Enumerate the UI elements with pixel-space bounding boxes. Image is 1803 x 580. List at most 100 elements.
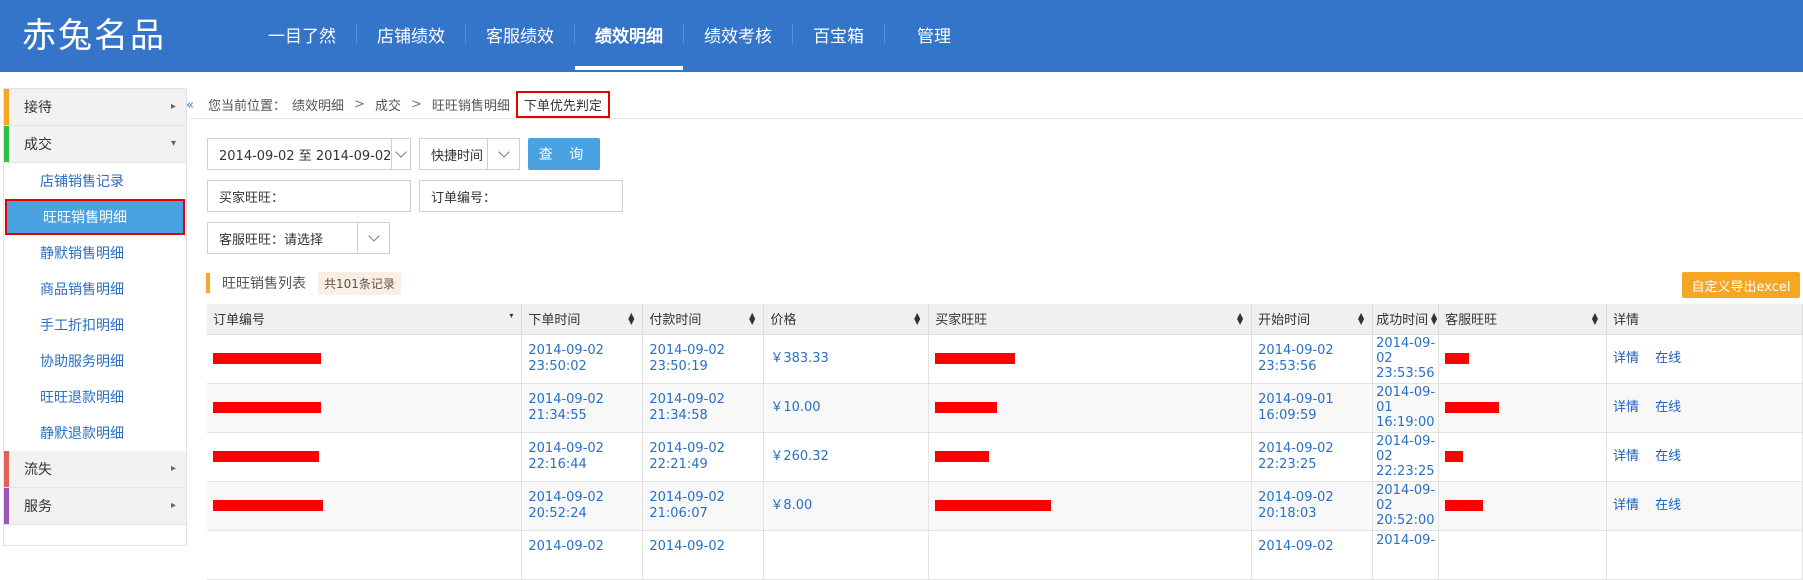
nav-item-performance-review[interactable]: 绩效考核 (684, 0, 792, 68)
sidebar-item-silent-refund[interactable]: 静默退款明细 (4, 415, 186, 451)
column-header-service[interactable]: 客服旺旺 ▲ ▼ (1438, 304, 1608, 335)
chevron-down-icon[interactable] (357, 223, 389, 253)
nav-item-service-performance[interactable]: 客服绩效 (466, 0, 574, 68)
order-number-label: 订单编号： (431, 190, 497, 206)
online-link[interactable]: 在线 (1655, 449, 1681, 464)
sort-icon[interactable]: ▾ (509, 312, 513, 320)
list-title: 旺旺销售列表 (222, 276, 306, 292)
chevron-down-icon[interactable] (391, 139, 410, 169)
sidebar-group-label: 流失 (24, 462, 52, 478)
nav-item-overview[interactable]: 一目了然 (248, 0, 356, 68)
column-header-success-time[interactable]: 成功时间 ▲ ▼ (1372, 304, 1440, 335)
chevron-down-icon: ▾ (170, 138, 176, 149)
success-clock: 22:23:25 (1376, 464, 1435, 479)
sidebar-item-manual-discount[interactable]: 手工折扣明细 (4, 307, 186, 343)
sidebar-item-silent-sales[interactable]: 静默销售明细 (4, 235, 186, 271)
detail-link[interactable]: 详情 (1613, 498, 1639, 513)
sidebar-item-wangwang-sales[interactable]: 旺旺销售明细 (5, 199, 185, 235)
query-button[interactable]: 查 询 (528, 138, 600, 170)
success-day: 02 (1376, 498, 1393, 513)
breadcrumb-item[interactable]: 旺旺销售明细 (432, 95, 510, 114)
success-day: 02 (1376, 351, 1393, 366)
nav-item-toolbox[interactable]: 百宝箱 (793, 0, 884, 68)
redacted-order-number (213, 352, 321, 364)
sort-icon[interactable]: ▲ ▼ (1431, 312, 1437, 326)
detail-link[interactable]: 详情 (1613, 351, 1639, 366)
order-number-input[interactable]: 订单编号： (419, 180, 623, 212)
app-logo[interactable]: 赤兔名品 (22, 16, 166, 56)
breadcrumb-item[interactable]: 绩效明细 (292, 95, 344, 114)
table-header-row: 订单编号 ▾ 下单时间 ▲ ▼ 付款时间 ▲ ▼ 价格 ▲ ▼ 买家旺旺 ▲ ▼ 开始时间 ▲ ▼ 成… (207, 304, 1803, 335)
column-header-order-number[interactable]: 订单编号 ▾ (207, 304, 523, 335)
sales-table: 订单编号 ▾ 下单时间 ▲ ▼ 付款时间 ▲ ▼ 价格 ▲ ▼ 买家旺旺 ▲ ▼ 开始时间 ▲ ▼ 成… (207, 304, 1803, 580)
column-label: 订单编号 (213, 313, 266, 329)
service-wangwang-value: 客服旺旺：请选择 (219, 232, 324, 248)
chevron-down-icon[interactable] (487, 139, 519, 169)
service-wangwang-select[interactable]: 客服旺旺：请选择 (207, 222, 390, 254)
order-clock: 20:52:24 (528, 505, 587, 521)
quick-time-select[interactable]: 快捷时间 (419, 138, 520, 170)
column-header-start-time[interactable]: 开始时间 ▲ ▼ (1251, 304, 1374, 335)
collapse-left-icon[interactable]: « (186, 98, 194, 113)
sort-icon[interactable]: ▲ ▼ (628, 312, 634, 326)
sidebar-group-service[interactable]: 服务 ▸ (4, 488, 186, 525)
detail-link[interactable]: 详情 (1613, 400, 1639, 415)
export-excel-button[interactable]: 自定义导出excel (1682, 272, 1800, 298)
online-link[interactable]: 在线 (1655, 400, 1681, 415)
redacted-order-number (213, 499, 323, 511)
sort-icon[interactable]: ▲ ▼ (1358, 312, 1364, 326)
table-row[interactable]: 2014-09-02 21:34:55 2014-09-02 21:34:58 ￥1… (207, 383, 1803, 433)
online-link[interactable]: 在线 (1655, 498, 1681, 513)
success-date: 2014-09- (1376, 483, 1436, 498)
breadcrumb-prefix: 您当前位置： (208, 98, 287, 114)
table-row[interactable]: 2014-09-02 2014-09-02 2014-09-02 2014-09… (207, 530, 1803, 580)
pay-date: 2014-09-02 (649, 440, 725, 456)
sort-icon[interactable]: ▲ ▼ (1592, 312, 1598, 326)
online-link[interactable]: 在线 (1655, 351, 1681, 366)
column-label: 下单时间 (528, 313, 581, 329)
sidebar-item-shop-sales[interactable]: 店铺销售记录 (4, 163, 186, 199)
sort-icon[interactable]: ▲ ▼ (1237, 312, 1243, 326)
sidebar-item-product-sales[interactable]: 商品销售明细 (4, 271, 186, 307)
nav-item-manage[interactable]: 管理 (885, 0, 971, 68)
start-date: 2014-09-02 (1258, 440, 1334, 456)
nav-item-shop-performance[interactable]: 店铺绩效 (357, 0, 465, 68)
sidebar: 接待 ▸ 成交 ▾ 店铺销售记录 旺旺销售明细 静默销售明细 商品销售明细 手工… (3, 88, 187, 546)
price-cell: ￥383.33 (763, 334, 930, 384)
sidebar-group-reception[interactable]: 接待 ▸ (4, 89, 186, 126)
date-range-picker[interactable]: 2014-09-02 至 2014-09-02 (207, 138, 411, 170)
table-row[interactable]: 2014-09-02 20:52:24 2014-09-02 21:06:07 ￥8… (207, 481, 1803, 531)
detail-link[interactable]: 详情 (1613, 449, 1639, 464)
column-header-buyer[interactable]: 买家旺旺 ▲ ▼ (928, 304, 1253, 335)
chevron-right-icon: ▸ (170, 463, 176, 474)
sidebar-item-assist-service[interactable]: 协助服务明细 (4, 343, 186, 379)
group-color-bar (4, 89, 9, 125)
breadcrumb-item[interactable]: 成交 (375, 95, 401, 114)
start-clock: 16:09:59 (1258, 407, 1317, 423)
sidebar-item-wangwang-refund[interactable]: 旺旺退款明细 (4, 379, 186, 415)
success-day: 01 (1376, 400, 1393, 415)
pay-date: 2014-09-02 (649, 538, 725, 554)
sidebar-group-deal[interactable]: 成交 ▾ (4, 126, 186, 163)
column-label: 买家旺旺 (935, 313, 988, 329)
sidebar-group-loss[interactable]: 流失 ▸ (4, 451, 186, 488)
quick-time-value: 快捷时间 (431, 148, 484, 164)
price-cell: ￥8.00 (763, 481, 930, 531)
date-range-value: 2014-09-02 至 2014-09-02 (219, 148, 392, 164)
redacted-service (1445, 499, 1484, 511)
table-row[interactable]: 2014-09-02 22:16:44 2014-09-02 22:21:49 ￥2… (207, 432, 1803, 482)
list-title-bar (206, 273, 210, 293)
buyer-wangwang-input[interactable]: 买家旺旺： (207, 180, 411, 212)
column-header-pay-time[interactable]: 付款时间 ▲ ▼ (642, 304, 765, 335)
column-header-price[interactable]: 价格 ▲ ▼ (763, 304, 930, 335)
pay-date: 2014-09-02 (649, 391, 725, 407)
column-header-order-time[interactable]: 下单时间 ▲ ▼ (521, 304, 644, 335)
column-header-detail: 详情 (1606, 304, 1803, 335)
nav-item-performance-detail[interactable]: 绩效明细 (575, 0, 683, 70)
sort-icon[interactable]: ▲ ▼ (749, 312, 755, 326)
table-row[interactable]: 2014-09-02 23:50:02 2014-09-02 23:50:19 ￥3… (207, 334, 1803, 384)
price-cell: ￥260.32 (763, 432, 930, 482)
group-color-bar (4, 451, 9, 487)
sort-icon[interactable]: ▲ ▼ (914, 312, 920, 326)
order-date: 2014-09-02 (528, 538, 604, 554)
